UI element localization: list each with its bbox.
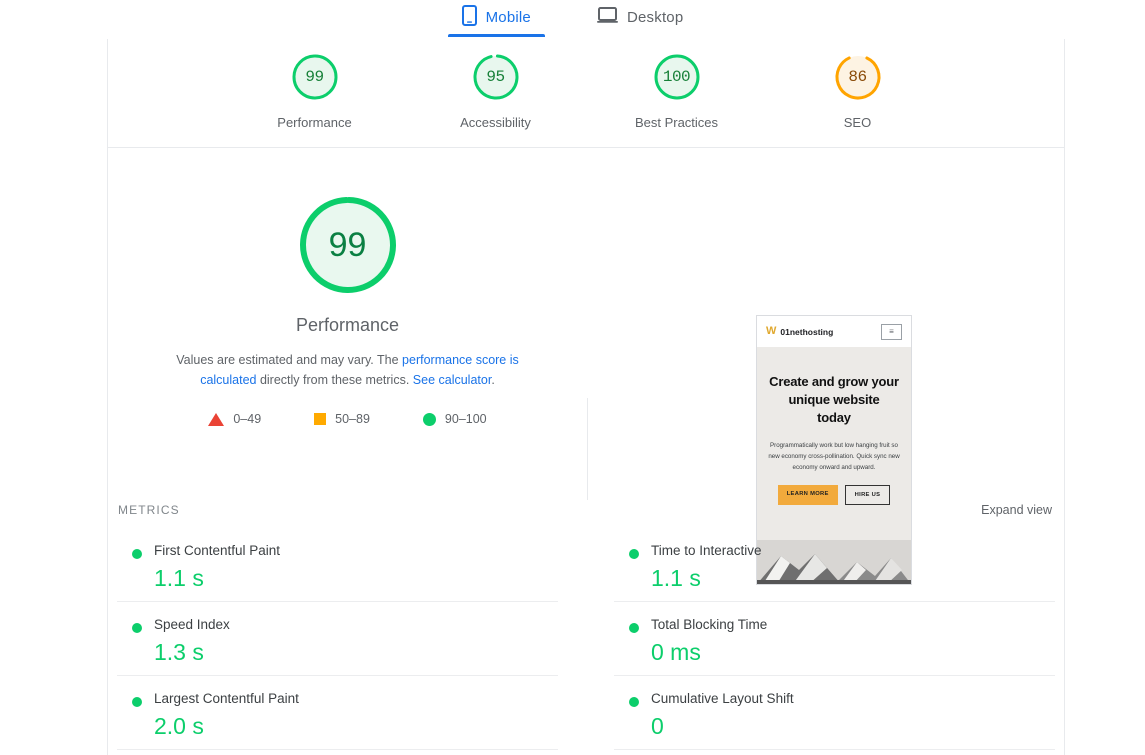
legend-item-pass: 90–100	[422, 412, 487, 426]
score-label-seo: SEO	[843, 115, 872, 130]
thumbnail-brand: W 01nethosting	[766, 326, 833, 337]
gauge-ring-accessibility: 95	[471, 52, 521, 102]
legend-range-pass: 90–100	[444, 412, 487, 426]
thumbnail-heading: Create and grow your unique website toda…	[766, 373, 902, 427]
desktop-monitor-icon	[596, 7, 618, 28]
thumbnail-heading-line-3: today	[817, 410, 851, 425]
metric-label: Cumulative Layout Shift	[651, 691, 794, 706]
disclaimer-text-3: .	[491, 373, 495, 387]
performance-hero: 99 Performance Values are estimated and …	[108, 148, 1064, 585]
metric-total-blocking-time[interactable]: Total Blocking Time 0 ms	[614, 602, 1055, 676]
thumbnail-site-header: W 01nethosting ≡	[757, 316, 911, 347]
performance-disclaimer: Values are estimated and may vary. The p…	[148, 350, 548, 390]
hamburger-menu-icon: ≡	[881, 323, 902, 340]
performance-title: Performance	[295, 315, 400, 335]
metric-value: 0	[651, 713, 664, 739]
mobile-phone-icon	[461, 4, 477, 31]
thumbnail-buttons: LEARN MORE HIRE US	[766, 485, 902, 505]
legend-range-fail: 0–49	[233, 412, 262, 426]
legend-item-average: 50–89	[314, 412, 370, 426]
thumbnail-hire-us-button: HIRE US	[844, 485, 891, 505]
status-dot-pass-icon	[132, 623, 142, 633]
metric-largest-contentful-paint[interactable]: Largest Contentful Paint 2.0 s	[117, 676, 558, 750]
metric-label: First Contentful Paint	[154, 543, 281, 558]
metric-value: 2.0 s	[154, 713, 204, 739]
metric-speed-index[interactable]: Speed Index 1.3 s	[117, 602, 558, 676]
metric-first-contentful-paint[interactable]: First Contentful Paint 1.1 s	[117, 528, 558, 602]
tab-desktop-label: Desktop	[626, 9, 684, 26]
score-gauge-performance[interactable]: 99 Performance	[255, 52, 375, 130]
score-label-best-practices: Best Practices	[634, 115, 719, 130]
status-dot-pass-icon	[132, 549, 142, 559]
score-gauge-seo[interactable]: 86 SEO	[798, 52, 918, 130]
gauge-ring-performance-large: 99	[295, 192, 401, 298]
score-value-accessibility: 95	[486, 68, 505, 86]
metric-label: Time to Interactive	[651, 543, 762, 558]
tab-mobile-label: Mobile	[485, 9, 531, 26]
score-value-best-practices: 100	[662, 68, 691, 86]
score-value-seo: 86	[848, 68, 867, 86]
thumbnail-heading-line-1: Create and grow your	[769, 374, 899, 389]
disclaimer-text-2: directly from these metrics.	[256, 373, 413, 387]
score-legend: 0–49 50–89 90–100	[208, 412, 487, 426]
gauge-ring-seo: 86	[833, 52, 883, 102]
score-label-accessibility: Accessibility	[460, 115, 531, 130]
performance-summary: 99 Performance Values are estimated and …	[108, 148, 587, 426]
metrics-title: METRICS	[118, 503, 180, 517]
hero-vertical-divider	[587, 398, 588, 500]
score-value-performance: 99	[305, 68, 324, 86]
square-icon	[314, 413, 327, 425]
status-dot-pass-icon	[629, 549, 639, 559]
tab-desktop[interactable]: Desktop	[583, 0, 697, 35]
score-label-performance: Performance	[277, 115, 352, 130]
metric-cumulative-layout-shift[interactable]: Cumulative Layout Shift 0	[614, 676, 1055, 750]
thumbnail-heading-line-2: unique website	[788, 392, 880, 407]
metric-label: Speed Index	[154, 617, 230, 632]
thumbnail-learn-more-button: LEARN MORE	[777, 485, 838, 505]
gauge-ring-performance: 99	[290, 52, 340, 102]
form-factor-tabs: Mobile Desktop	[0, 0, 1145, 39]
performance-score-value: 99	[328, 225, 367, 264]
metric-time-to-interactive[interactable]: Time to Interactive 1.1 s	[614, 528, 1055, 602]
see-calculator-link[interactable]: See calculator	[413, 373, 492, 387]
pagespeed-report: Mobile Desktop 99 Performance 95 Accessi…	[0, 0, 1145, 755]
circle-icon	[422, 412, 436, 426]
thumbnail-paragraph: Programmatically work but low hanging fr…	[768, 442, 900, 471]
disclaimer-text-1: Values are estimated and may vary. The	[176, 353, 403, 367]
gauge-ring-best-practices: 100	[652, 52, 702, 102]
status-dot-pass-icon	[629, 697, 639, 707]
metric-value: 0 ms	[651, 639, 701, 665]
triangle-icon	[208, 412, 225, 426]
site-logo-icon: W	[766, 325, 777, 337]
metric-value: 1.3 s	[154, 639, 204, 665]
status-dot-pass-icon	[629, 623, 639, 633]
score-gauge-accessibility[interactable]: 95 Accessibility	[436, 52, 556, 130]
score-gauge-best-practices[interactable]: 100 Best Practices	[617, 52, 737, 130]
metrics-header: METRICS Expand view	[108, 503, 1064, 517]
status-dot-pass-icon	[132, 697, 142, 707]
legend-item-fail: 0–49	[208, 412, 261, 426]
metric-label: Total Blocking Time	[651, 617, 768, 632]
report-card: 99 Performance 95 Accessibility 100 Best…	[107, 39, 1065, 755]
tab-mobile[interactable]: Mobile	[447, 0, 546, 37]
legend-range-average: 50–89	[335, 412, 370, 426]
thumbnail-brand-name: 01nethosting	[780, 326, 834, 337]
metrics-grid: First Contentful Paint 1.1 s Time to Int…	[108, 528, 1064, 750]
expand-view-button[interactable]: Expand view	[981, 503, 1052, 517]
metric-value: 1.1 s	[154, 565, 204, 591]
category-score-row: 99 Performance 95 Accessibility 100 Best…	[108, 39, 1064, 130]
metric-value: 1.1 s	[651, 565, 701, 591]
metric-label: Largest Contentful Paint	[154, 691, 299, 706]
